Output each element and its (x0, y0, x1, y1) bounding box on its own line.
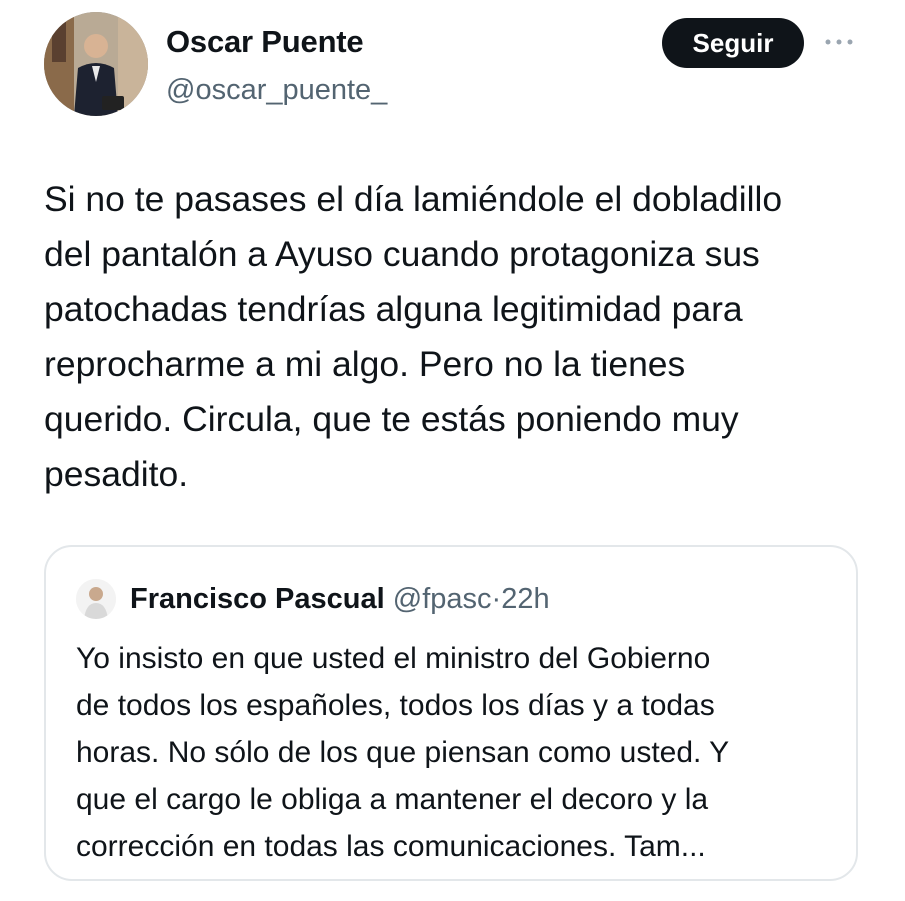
quoted-tweet-header: Francisco Pascual @fpasc·22h (130, 581, 550, 617)
quoted-tweet-text: Yo insisto en que usted el ministro del … (76, 642, 730, 863)
author-handle[interactable]: @oscar_puente_ (166, 74, 387, 107)
author-avatar[interactable] (44, 12, 148, 116)
author-display-name[interactable]: Oscar Puente (166, 24, 364, 60)
more-horizontal-icon[interactable] (822, 32, 856, 52)
tweet-text: Si no te pasases el día lamiéndole el do… (44, 179, 783, 494)
quoted-tweet-card[interactable]: Francisco Pascual @fpasc·22h Yo insisto … (44, 545, 858, 881)
quoted-author-avatar[interactable] (76, 579, 116, 619)
quoted-separator: · (491, 583, 502, 615)
more-dots-icon (825, 39, 853, 45)
avatar-photo (44, 12, 148, 116)
quoted-avatar-photo (76, 579, 116, 619)
follow-button[interactable]: Seguir (662, 18, 804, 68)
quoted-author-name[interactable]: Francisco Pascual (130, 583, 385, 615)
quoted-author-handle[interactable]: @fpasc (393, 583, 492, 615)
quoted-timestamp[interactable]: 22h (501, 583, 549, 615)
tweet-header: Oscar Puente @oscar_puente_ Seguir (0, 0, 905, 130)
